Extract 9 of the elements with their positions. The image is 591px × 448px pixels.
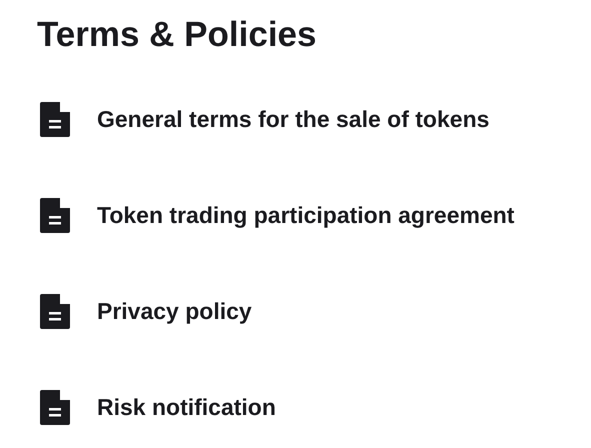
document-icon [40, 102, 70, 137]
document-icon [40, 390, 70, 425]
document-link[interactable]: General terms for the sale of tokens [37, 102, 490, 137]
document-icon [40, 294, 70, 329]
document-link[interactable]: Token trading participation agreement [37, 198, 514, 233]
document-link[interactable]: Risk notification [37, 390, 276, 425]
page-title: Terms & Policies [37, 14, 318, 56]
document-icon [40, 198, 70, 233]
document-link[interactable]: Privacy policy [37, 294, 252, 329]
